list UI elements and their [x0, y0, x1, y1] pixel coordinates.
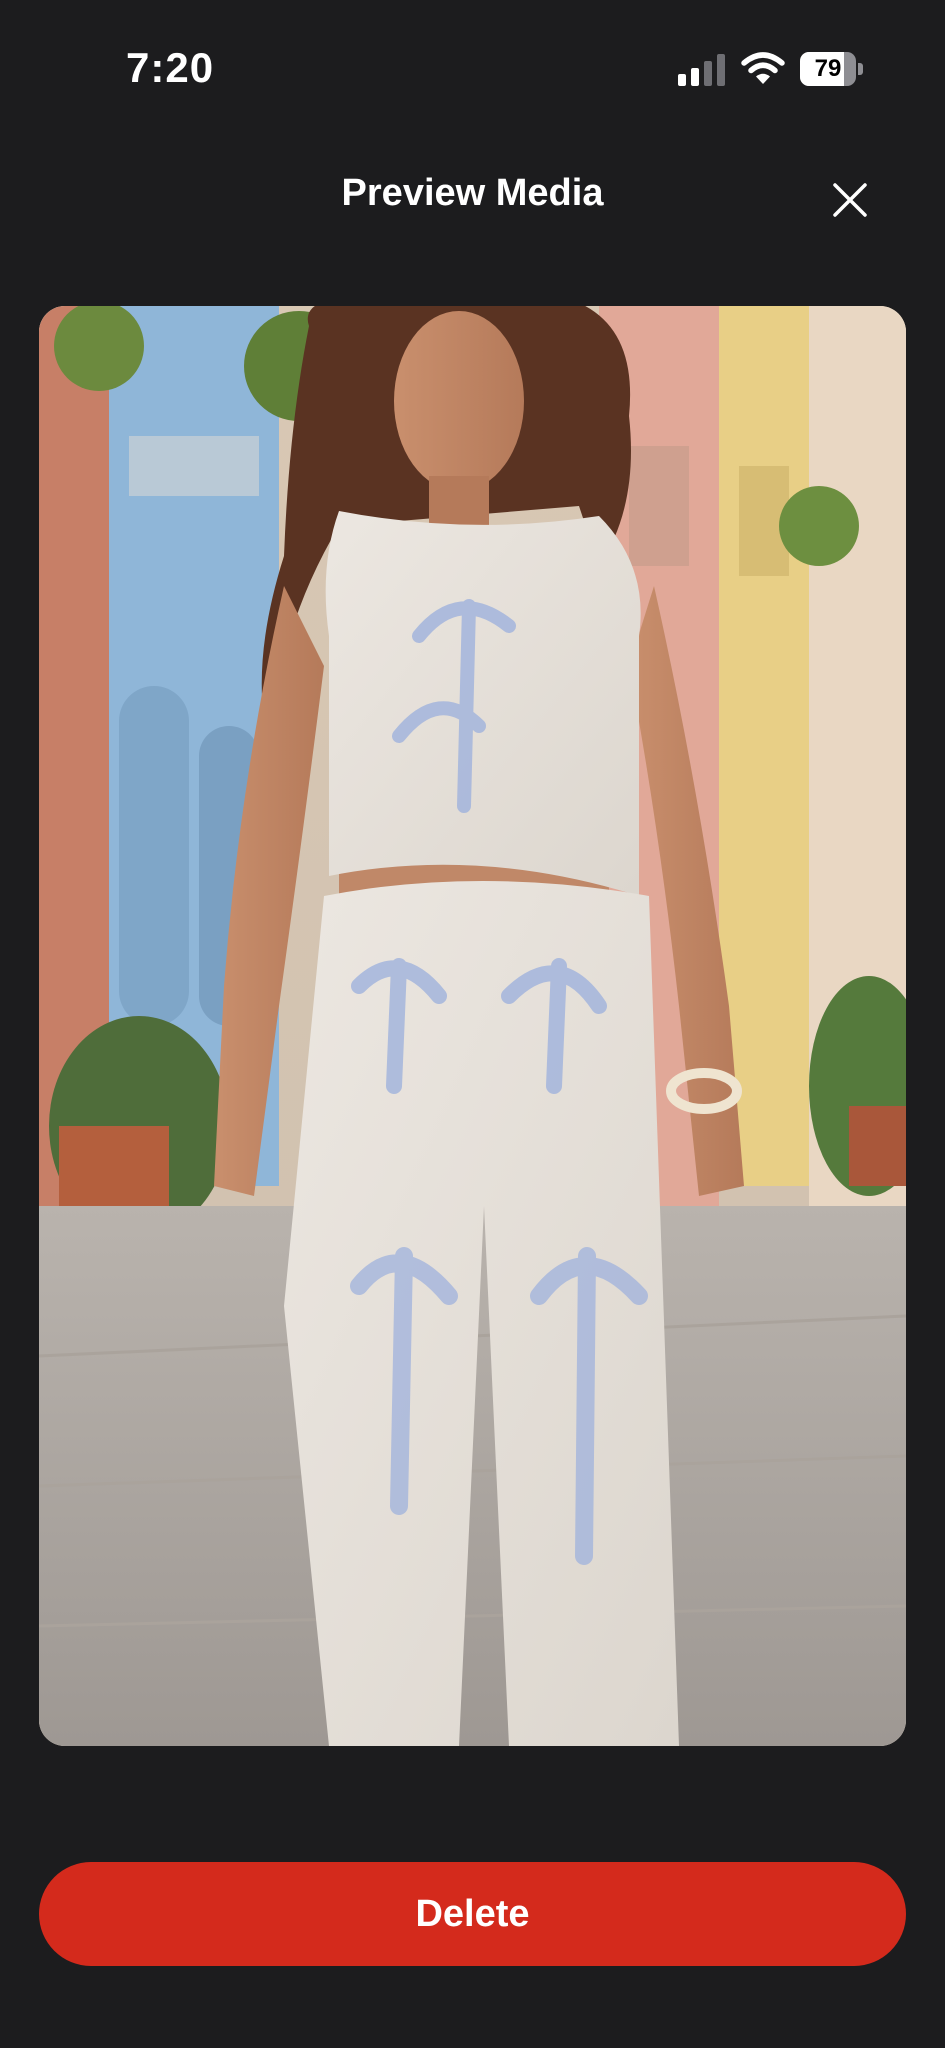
status-time: 7:20: [126, 44, 215, 91]
cellular-signal-icon: [678, 54, 725, 86]
delete-button[interactable]: Delete: [39, 1862, 906, 1966]
battery-icon: 79: [800, 52, 864, 86]
media-image: [39, 306, 906, 1746]
media-preview[interactable]: [39, 306, 906, 1746]
battery-percent: 79: [814, 55, 842, 82]
status-bar: 7:20 79: [0, 0, 945, 140]
close-icon: [833, 183, 867, 217]
close-button[interactable]: [822, 172, 878, 228]
page-title: Preview Media: [341, 172, 604, 214]
header: Preview Media: [0, 150, 945, 240]
wifi-icon: [741, 52, 785, 84]
